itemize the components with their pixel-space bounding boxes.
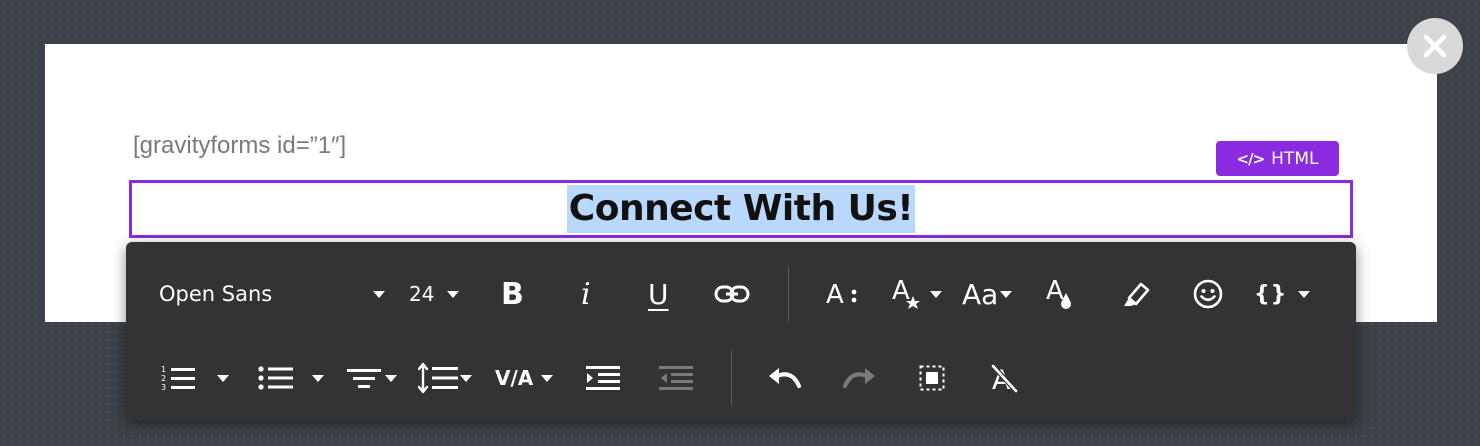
ordered-list-button[interactable]: 1 2 3: [161, 348, 229, 408]
caret-down-icon: [1000, 290, 1013, 298]
svg-text:A: A: [1046, 277, 1064, 306]
font-family-dropdown[interactable]: [373, 264, 385, 324]
indent-icon: [586, 366, 620, 390]
caret-down-icon: [217, 374, 229, 382]
code-braces-icon: {}: [1254, 281, 1288, 307]
bold-icon: B: [501, 276, 524, 312]
outdent-button[interactable]: [659, 348, 693, 408]
toolbar-row-1: Open Sans 24 B i U A A Aa A {}: [126, 264, 1356, 324]
text-case-button[interactable]: Aa: [962, 264, 1013, 324]
select-all-button[interactable]: [919, 348, 945, 408]
shortcode-text[interactable]: [gravityforms id=”1″]: [133, 132, 346, 160]
toolbar-separator: [788, 266, 789, 322]
toolbar-row-2: 1 2 3 V/A A: [126, 348, 1356, 408]
close-button[interactable]: [1407, 18, 1463, 74]
underline-icon: U: [648, 277, 669, 311]
undo-icon: [769, 368, 801, 388]
italic-button[interactable]: i: [581, 264, 591, 324]
highlighter-icon: [1124, 282, 1150, 306]
bold-button[interactable]: B: [501, 264, 524, 324]
svg-text:3: 3: [161, 383, 166, 392]
indent-button[interactable]: [586, 348, 620, 408]
emoji-icon: [1193, 279, 1223, 309]
svg-text:A: A: [826, 280, 844, 309]
outdent-icon: [659, 366, 693, 390]
text-color-button[interactable]: A: [1046, 264, 1076, 324]
redo-button[interactable]: [842, 348, 876, 408]
line-height-icon: [418, 362, 458, 394]
text-style-icon: A: [892, 277, 920, 309]
select-all-icon: [919, 365, 945, 391]
insert-emoji-button[interactable]: [1192, 264, 1224, 324]
letter-spacing-button[interactable]: V/A: [495, 348, 554, 408]
letter-spacing-icon: V/A: [495, 366, 534, 390]
font-size-adjust-button[interactable]: A: [826, 264, 862, 324]
align-button[interactable]: [347, 348, 397, 408]
caret-down-icon: [541, 374, 554, 382]
selected-text-block[interactable]: Connect With Us!: [129, 180, 1353, 238]
unordered-list-button[interactable]: [258, 348, 324, 408]
caret-down-icon: [460, 374, 472, 382]
font-size-select[interactable]: 24: [409, 264, 460, 324]
caret-down-icon: [385, 374, 397, 382]
toolbar-separator: [731, 350, 732, 406]
svg-text:1: 1: [161, 365, 166, 374]
caret-down-icon: [930, 290, 942, 298]
insert-link-button[interactable]: [714, 264, 750, 324]
unordered-list-icon: [258, 366, 293, 390]
underline-button[interactable]: U: [648, 264, 669, 324]
html-edit-button[interactable]: </> HTML: [1216, 141, 1339, 176]
caret-down-icon: [1298, 290, 1311, 298]
html-button-label: HTML: [1271, 148, 1319, 169]
undo-button[interactable]: [768, 348, 802, 408]
ordered-list-icon: 1 2 3: [161, 365, 195, 392]
text-format-toolbar: Open Sans 24 B i U A A Aa A {} 1 2 3 V/A…: [126, 242, 1356, 420]
font-family-value: Open Sans: [159, 282, 273, 306]
redo-icon: [843, 368, 875, 388]
line-height-button[interactable]: [418, 348, 472, 408]
caret-down-icon: [447, 290, 460, 298]
code-icon: </>: [1236, 149, 1266, 168]
caret-down-icon: [312, 374, 324, 382]
caret-down-icon: [373, 290, 385, 298]
text-case-icon: Aa: [962, 277, 999, 311]
clear-formatting-button[interactable]: A: [990, 348, 1018, 408]
text-style-button[interactable]: A: [892, 264, 942, 324]
close-icon: [1423, 34, 1447, 58]
italic-icon: i: [581, 276, 591, 312]
align-icon: [347, 369, 381, 388]
clear-formatting-icon: A: [991, 364, 1018, 393]
link-icon: [714, 285, 750, 303]
highlight-button[interactable]: [1119, 264, 1151, 324]
font-size-value: 24: [409, 282, 435, 306]
heading-text[interactable]: Connect With Us!: [566, 185, 916, 233]
text-color-icon: A: [1046, 277, 1071, 309]
svg-text:2: 2: [161, 374, 166, 383]
font-family-select[interactable]: Open Sans: [159, 264, 272, 324]
dynamic-data-button[interactable]: {}: [1254, 264, 1311, 324]
font-size-icon: A: [826, 280, 857, 309]
